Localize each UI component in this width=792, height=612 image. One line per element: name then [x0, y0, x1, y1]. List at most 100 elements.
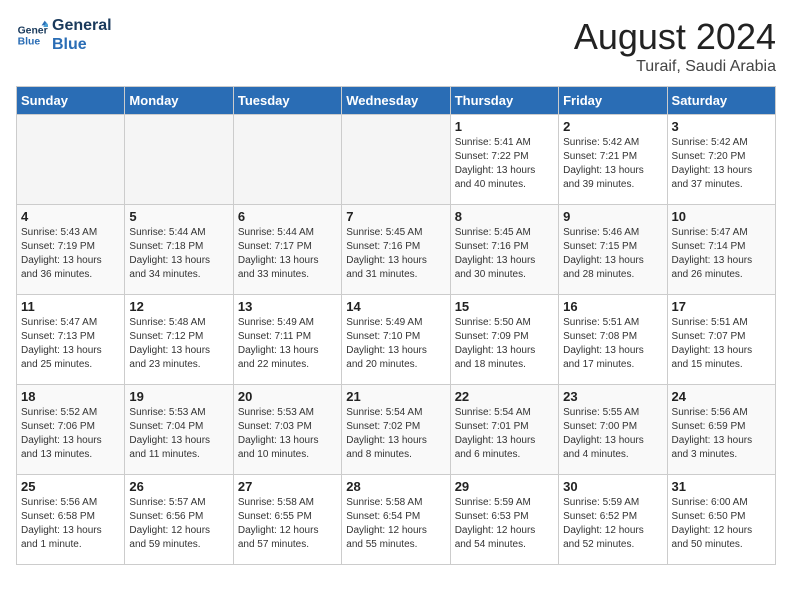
day-number: 8 — [455, 209, 554, 224]
day-info: Sunrise: 5:42 AM Sunset: 7:21 PM Dayligh… — [563, 136, 662, 192]
day-info: Sunrise: 5:44 AM Sunset: 7:17 PM Dayligh… — [238, 226, 337, 282]
calendar-cell: 7 Sunrise: 5:45 AM Sunset: 7:16 PM Daylig… — [342, 205, 450, 295]
calendar-cell: 21 Sunrise: 5:54 AM Sunset: 7:02 PM Dayli… — [342, 385, 450, 475]
calendar-cell: 2 Sunrise: 5:42 AM Sunset: 7:21 PM Daylig… — [559, 115, 667, 205]
calendar-cell: 13 Sunrise: 5:49 AM Sunset: 7:11 PM Dayli… — [233, 295, 341, 385]
day-info: Sunrise: 5:45 AM Sunset: 7:16 PM Dayligh… — [455, 226, 554, 282]
day-number: 17 — [672, 299, 771, 314]
day-number: 22 — [455, 389, 554, 404]
calendar-cell: 30 Sunrise: 5:59 AM Sunset: 6:52 PM Dayli… — [559, 475, 667, 565]
day-number: 31 — [672, 479, 771, 494]
calendar-cell: 3 Sunrise: 5:42 AM Sunset: 7:20 PM Daylig… — [667, 115, 775, 205]
header-wednesday: Wednesday — [342, 87, 450, 115]
logo-line1: General — [52, 16, 112, 35]
day-number: 11 — [21, 299, 120, 314]
day-number: 12 — [129, 299, 228, 314]
day-number: 7 — [346, 209, 445, 224]
day-info: Sunrise: 5:47 AM Sunset: 7:14 PM Dayligh… — [672, 226, 771, 282]
header-saturday: Saturday — [667, 87, 775, 115]
calendar-cell: 24Sunrise: 5:56 AM Sunset: 6:59 PM Dayli… — [667, 385, 775, 475]
location: Turaif, Saudi Arabia — [574, 58, 776, 76]
calendar-header-row: SundayMondayTuesdayWednesdayThursdayFrid… — [17, 87, 776, 115]
logo-line2: Blue — [52, 35, 112, 54]
day-number: 25 — [21, 479, 120, 494]
day-number: 20 — [238, 389, 337, 404]
day-info: Sunrise: 5:52 AM Sunset: 7:06 PM Dayligh… — [21, 406, 120, 462]
month-year: August 2024 — [574, 16, 776, 58]
header-monday: Monday — [125, 87, 233, 115]
day-info: Sunrise: 5:45 AM Sunset: 7:16 PM Dayligh… — [346, 226, 445, 282]
day-info: Sunrise: 5:48 AM Sunset: 7:12 PM Dayligh… — [129, 316, 228, 372]
calendar-cell: 23Sunrise: 5:55 AM Sunset: 7:00 PM Dayli… — [559, 385, 667, 475]
day-number: 9 — [563, 209, 662, 224]
day-number: 18 — [21, 389, 120, 404]
day-number: 13 — [238, 299, 337, 314]
day-number: 19 — [129, 389, 228, 404]
calendar-cell: 1Sunrise: 5:41 AM Sunset: 7:22 PM Daylig… — [450, 115, 558, 205]
day-info: Sunrise: 5:44 AM Sunset: 7:18 PM Dayligh… — [129, 226, 228, 282]
day-info: Sunrise: 5:54 AM Sunset: 7:02 PM Dayligh… — [346, 406, 445, 462]
calendar-cell: 25Sunrise: 5:56 AM Sunset: 6:58 PM Dayli… — [17, 475, 125, 565]
calendar-cell — [17, 115, 125, 205]
day-info: Sunrise: 5:49 AM Sunset: 7:11 PM Dayligh… — [238, 316, 337, 372]
calendar-cell: 29 Sunrise: 5:59 AM Sunset: 6:53 PM Dayli… — [450, 475, 558, 565]
header-thursday: Thursday — [450, 87, 558, 115]
week-row-3: 11 Sunrise: 5:47 AM Sunset: 7:13 PM Dayli… — [17, 295, 776, 385]
day-number: 15 — [455, 299, 554, 314]
day-number: 2 — [563, 119, 662, 134]
day-number: 3 — [672, 119, 771, 134]
day-info: Sunrise: 5:49 AM Sunset: 7:10 PM Dayligh… — [346, 316, 445, 372]
day-number: 6 — [238, 209, 337, 224]
calendar-cell: 6 Sunrise: 5:44 AM Sunset: 7:17 PM Daylig… — [233, 205, 341, 295]
day-number: 14 — [346, 299, 445, 314]
calendar-cell: 28 Sunrise: 5:58 AM Sunset: 6:54 PM Dayli… — [342, 475, 450, 565]
week-row-2: 4 Sunrise: 5:43 AM Sunset: 7:19 PM Daylig… — [17, 205, 776, 295]
day-number: 10 — [672, 209, 771, 224]
week-row-5: 25Sunrise: 5:56 AM Sunset: 6:58 PM Dayli… — [17, 475, 776, 565]
calendar-cell: 22 Sunrise: 5:54 AM Sunset: 7:01 PM Dayli… — [450, 385, 558, 475]
calendar-cell: 4 Sunrise: 5:43 AM Sunset: 7:19 PM Daylig… — [17, 205, 125, 295]
day-info: Sunrise: 5:53 AM Sunset: 7:04 PM Dayligh… — [129, 406, 228, 462]
day-info: Sunrise: 5:46 AM Sunset: 7:15 PM Dayligh… — [563, 226, 662, 282]
day-info: Sunrise: 5:42 AM Sunset: 7:20 PM Dayligh… — [672, 136, 771, 192]
day-info: Sunrise: 5:51 AM Sunset: 7:08 PM Dayligh… — [563, 316, 662, 372]
day-number: 24 — [672, 389, 771, 404]
day-info: Sunrise: 5:51 AM Sunset: 7:07 PM Dayligh… — [672, 316, 771, 372]
day-number: 27 — [238, 479, 337, 494]
day-info: Sunrise: 5:58 AM Sunset: 6:55 PM Dayligh… — [238, 496, 337, 552]
day-info: Sunrise: 5:59 AM Sunset: 6:52 PM Dayligh… — [563, 496, 662, 552]
calendar-cell: 16 Sunrise: 5:51 AM Sunset: 7:08 PM Dayli… — [559, 295, 667, 385]
day-number: 4 — [21, 209, 120, 224]
day-number: 21 — [346, 389, 445, 404]
calendar-cell: 31Sunrise: 6:00 AM Sunset: 6:50 PM Dayli… — [667, 475, 775, 565]
svg-text:General: General — [18, 26, 48, 37]
calendar-cell: 18 Sunrise: 5:52 AM Sunset: 7:06 PM Dayli… — [17, 385, 125, 475]
calendar-cell — [342, 115, 450, 205]
calendar-cell: 20 Sunrise: 5:53 AM Sunset: 7:03 PM Dayli… — [233, 385, 341, 475]
day-number: 26 — [129, 479, 228, 494]
day-info: Sunrise: 5:54 AM Sunset: 7:01 PM Dayligh… — [455, 406, 554, 462]
day-info: Sunrise: 5:57 AM Sunset: 6:56 PM Dayligh… — [129, 496, 228, 552]
title-block: August 2024 Turaif, Saudi Arabia — [574, 16, 776, 76]
day-number: 28 — [346, 479, 445, 494]
day-info: Sunrise: 5:47 AM Sunset: 7:13 PM Dayligh… — [21, 316, 120, 372]
day-info: Sunrise: 5:41 AM Sunset: 7:22 PM Dayligh… — [455, 136, 554, 192]
logo-icon: General Blue — [16, 19, 48, 51]
day-number: 30 — [563, 479, 662, 494]
day-number: 5 — [129, 209, 228, 224]
day-info: Sunrise: 5:58 AM Sunset: 6:54 PM Dayligh… — [346, 496, 445, 552]
header-friday: Friday — [559, 87, 667, 115]
day-number: 16 — [563, 299, 662, 314]
day-number: 29 — [455, 479, 554, 494]
calendar-cell: 26 Sunrise: 5:57 AM Sunset: 6:56 PM Dayli… — [125, 475, 233, 565]
calendar-cell: 15Sunrise: 5:50 AM Sunset: 7:09 PM Dayli… — [450, 295, 558, 385]
day-info: Sunrise: 5:53 AM Sunset: 7:03 PM Dayligh… — [238, 406, 337, 462]
day-info: Sunrise: 5:43 AM Sunset: 7:19 PM Dayligh… — [21, 226, 120, 282]
week-row-4: 18 Sunrise: 5:52 AM Sunset: 7:06 PM Dayli… — [17, 385, 776, 475]
day-info: Sunrise: 5:55 AM Sunset: 7:00 PM Dayligh… — [563, 406, 662, 462]
calendar-cell — [233, 115, 341, 205]
calendar-cell: 10 Sunrise: 5:47 AM Sunset: 7:14 PM Dayli… — [667, 205, 775, 295]
day-info: Sunrise: 5:59 AM Sunset: 6:53 PM Dayligh… — [455, 496, 554, 552]
calendar-cell: 11 Sunrise: 5:47 AM Sunset: 7:13 PM Dayli… — [17, 295, 125, 385]
header-tuesday: Tuesday — [233, 87, 341, 115]
